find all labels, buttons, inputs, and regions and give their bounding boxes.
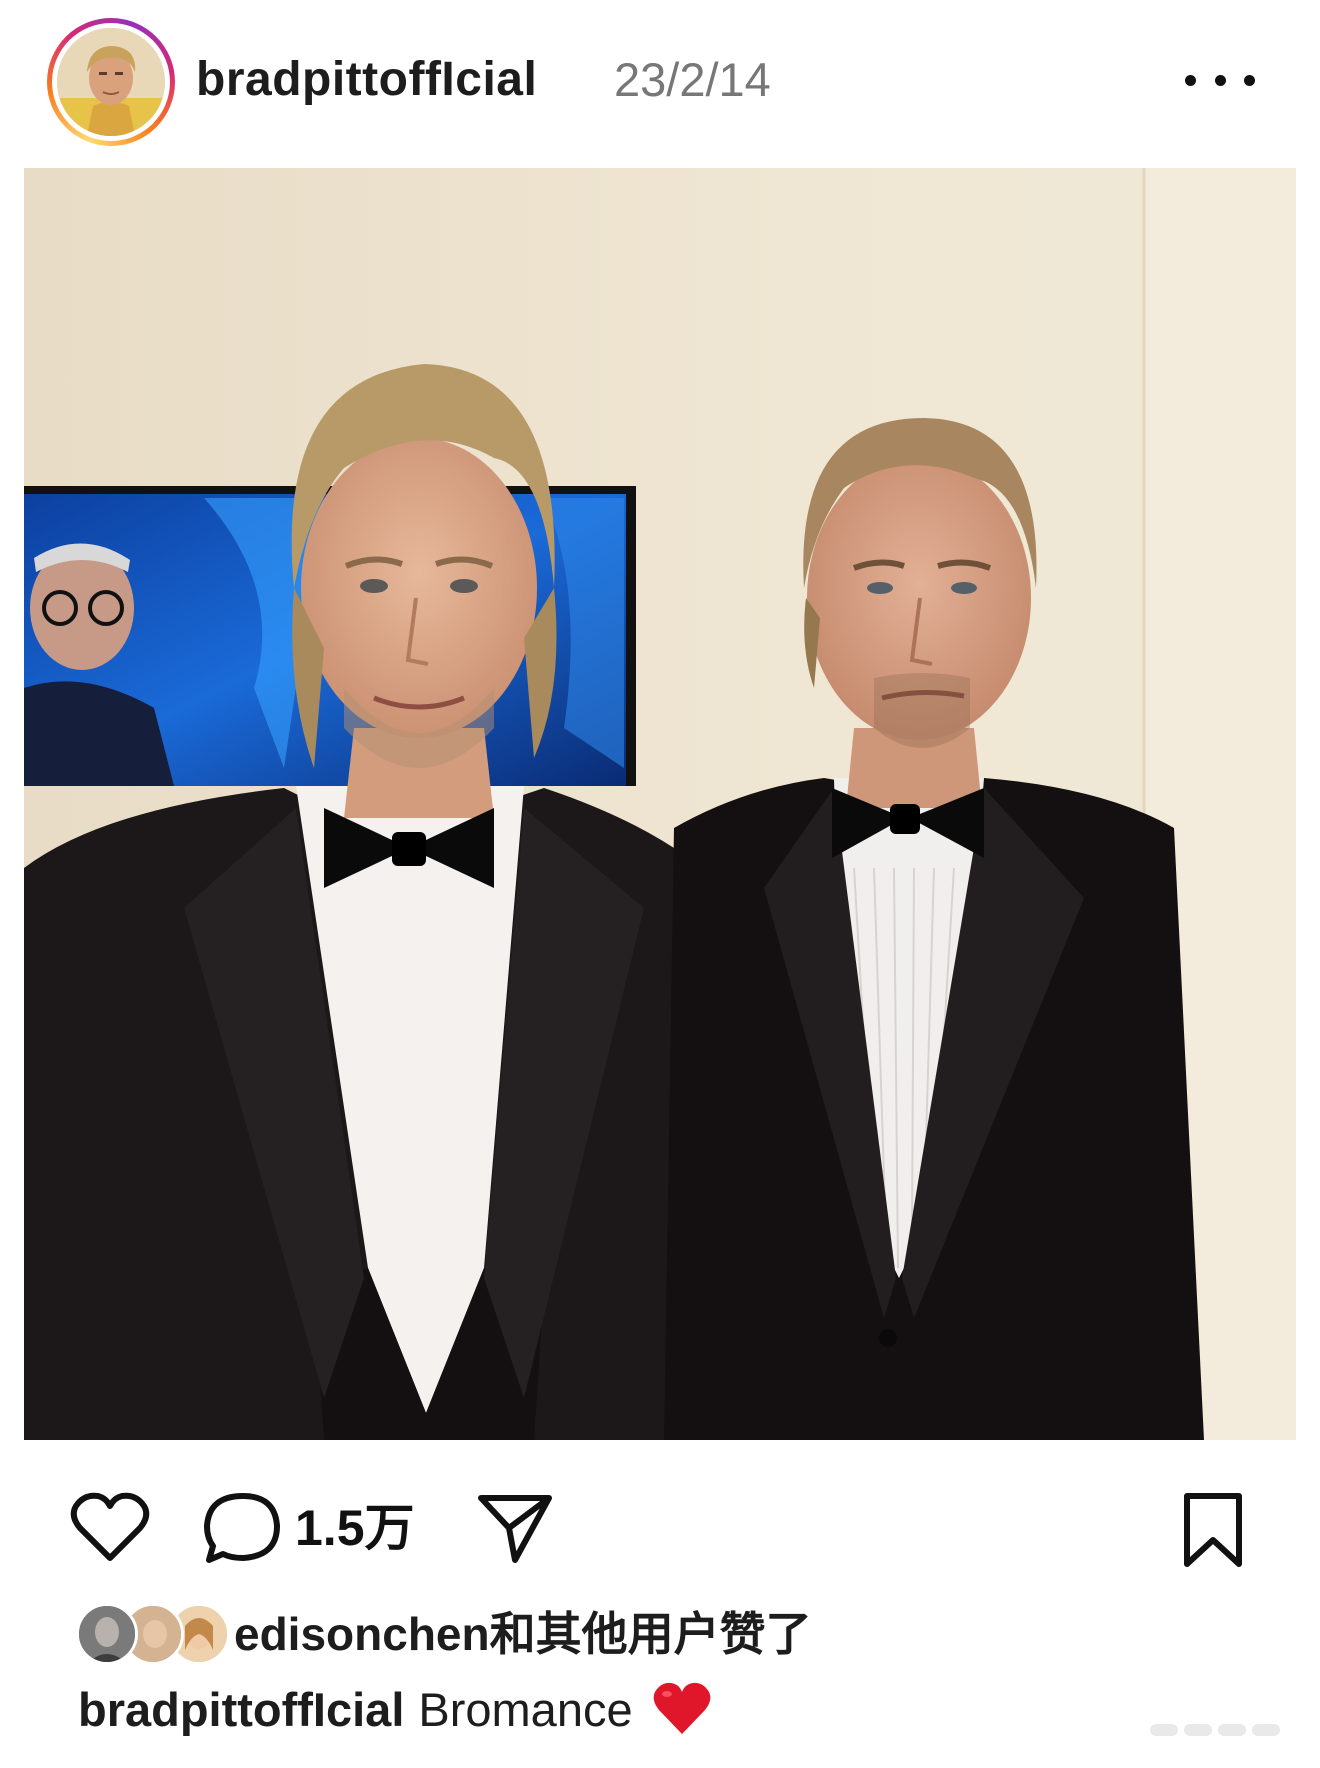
- likes-summary[interactable]: edisonchen和其他用户赞了: [0, 1598, 1320, 1672]
- bookmark-icon[interactable]: [1175, 1490, 1251, 1570]
- send-paper-plane-icon[interactable]: [475, 1488, 555, 1568]
- comment-count: 1.5万: [295, 1500, 415, 1556]
- heart-outline-icon[interactable]: [70, 1492, 150, 1564]
- post-photo[interactable]: [24, 168, 1296, 1440]
- post-username[interactable]: bradpittoffIcial: [196, 48, 537, 112]
- comment-bubble-icon[interactable]: [203, 1490, 283, 1566]
- profile-avatar[interactable]: [47, 18, 175, 146]
- liker-username[interactable]: edisonchen: [234, 1608, 490, 1660]
- caption-text: Bromance: [418, 1683, 633, 1736]
- caption-username[interactable]: bradpittoffIcial: [78, 1683, 404, 1736]
- caption: bradpittoffIcial Bromance: [78, 1674, 1278, 1748]
- likes-suffix[interactable]: 和其他用户赞了: [490, 1608, 812, 1660]
- post-header: bradpittoffIcial 23/2/14: [0, 0, 1320, 165]
- post-date: 23/2/14: [614, 53, 771, 106]
- likes-text: edisonchen和其他用户赞了: [234, 1602, 812, 1666]
- liker-avatar: [76, 1603, 138, 1665]
- more-options-icon[interactable]: [1185, 60, 1255, 100]
- liker-avatars: [76, 1603, 230, 1665]
- red-heart-emoji-icon: [651, 1680, 713, 1736]
- avatar-image: [57, 28, 165, 136]
- watermark: [1150, 1720, 1280, 1740]
- action-bar: 1.5万: [0, 1470, 1320, 1580]
